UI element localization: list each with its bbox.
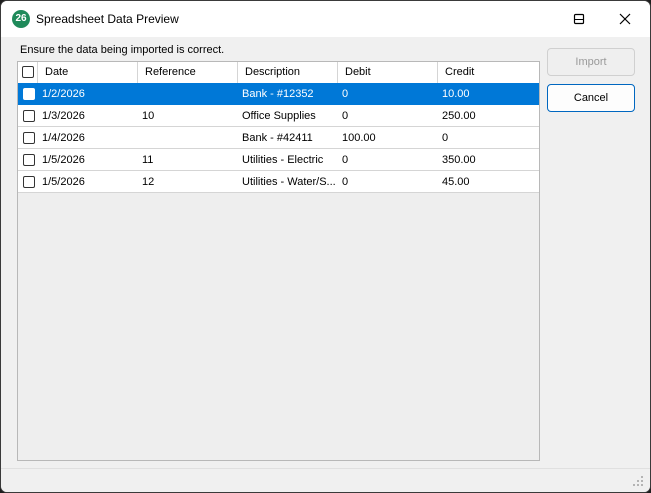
cell-date[interactable]: 1/3/2026	[38, 105, 138, 127]
cell-reference[interactable]: 10	[138, 105, 238, 127]
cell-debit[interactable]: 0	[338, 171, 438, 193]
data-grid[interactable]: Date Reference Description Debit Credit …	[17, 61, 540, 461]
cell-credit[interactable]: 350.00	[438, 149, 538, 171]
cell-debit[interactable]: 0	[338, 83, 438, 105]
select-all-checkbox[interactable]	[22, 66, 34, 78]
cell-reference[interactable]: 11	[138, 149, 238, 171]
window-title: Spreadsheet Data Preview	[36, 12, 179, 26]
spreadsheet-data-preview-window: 26 Spreadsheet Data Preview Ensure the d…	[0, 0, 651, 493]
cell-date[interactable]: 1/5/2026	[38, 149, 138, 171]
close-icon	[619, 13, 631, 25]
cell-reference[interactable]	[138, 127, 238, 149]
column-header-date[interactable]: Date	[38, 62, 138, 83]
cell-credit[interactable]: 250.00	[438, 105, 538, 127]
cell-reference[interactable]	[138, 83, 238, 105]
cell-description[interactable]: Utilities - Water/S...	[238, 171, 336, 193]
maximize-button[interactable]	[556, 1, 602, 37]
close-button[interactable]	[602, 1, 648, 37]
row-checkbox[interactable]	[23, 132, 35, 144]
status-bar	[1, 468, 650, 492]
grid-header-row: Date Reference Description Debit Credit	[18, 62, 539, 83]
table-row[interactable]: 1/3/2026 10 Office Supplies 0 250.00	[18, 105, 539, 127]
maximize-icon	[573, 13, 585, 25]
row-checkbox[interactable]	[23, 154, 35, 166]
cell-description[interactable]: Utilities - Electric	[238, 149, 338, 171]
cell-date[interactable]: 1/4/2026	[38, 127, 138, 149]
cancel-button[interactable]: Cancel	[547, 84, 635, 112]
column-header-reference[interactable]: Reference	[138, 62, 238, 83]
table-row[interactable]: 1/4/2026 Bank - #42411 100.00 0	[18, 127, 539, 149]
row-checkbox[interactable]	[23, 88, 35, 100]
cell-credit[interactable]: 10.00	[438, 83, 538, 105]
row-checkbox[interactable]	[23, 110, 35, 122]
table-row[interactable]: 1/5/2026 12 Utilities - Water/S... 0 45.…	[18, 171, 539, 193]
cell-debit[interactable]: 100.00	[338, 127, 438, 149]
cell-description[interactable]: Bank - #12352	[238, 83, 338, 105]
app-logo-icon: 26	[12, 10, 30, 28]
instruction-text: Ensure the data being imported is correc…	[20, 44, 225, 56]
cell-description[interactable]: Bank - #42411	[238, 127, 338, 149]
cell-debit[interactable]: 0	[338, 149, 438, 171]
cell-description[interactable]: Office Supplies	[238, 105, 338, 127]
table-row[interactable]: 1/2/2026 Bank - #12352 0 10.00	[18, 83, 539, 105]
column-header-debit[interactable]: Debit	[338, 62, 438, 83]
cell-credit[interactable]: 45.00	[438, 171, 538, 193]
cell-debit[interactable]: 0	[338, 105, 438, 127]
cell-credit[interactable]: 0	[438, 127, 538, 149]
title-bar[interactable]: 26 Spreadsheet Data Preview	[1, 1, 650, 37]
import-button[interactable]: Import	[547, 48, 635, 76]
cell-date[interactable]: 1/5/2026	[38, 171, 138, 193]
row-checkbox[interactable]	[23, 176, 35, 188]
cell-date[interactable]: 1/2/2026	[38, 83, 138, 105]
table-row[interactable]: 1/5/2026 11 Utilities - Electric 0 350.0…	[18, 149, 539, 171]
resize-grip-icon[interactable]	[632, 475, 644, 487]
cell-reference[interactable]: 12	[138, 171, 238, 193]
select-all-cell	[18, 62, 38, 83]
column-header-description[interactable]: Description	[238, 62, 338, 83]
column-header-credit[interactable]: Credit	[438, 62, 539, 83]
